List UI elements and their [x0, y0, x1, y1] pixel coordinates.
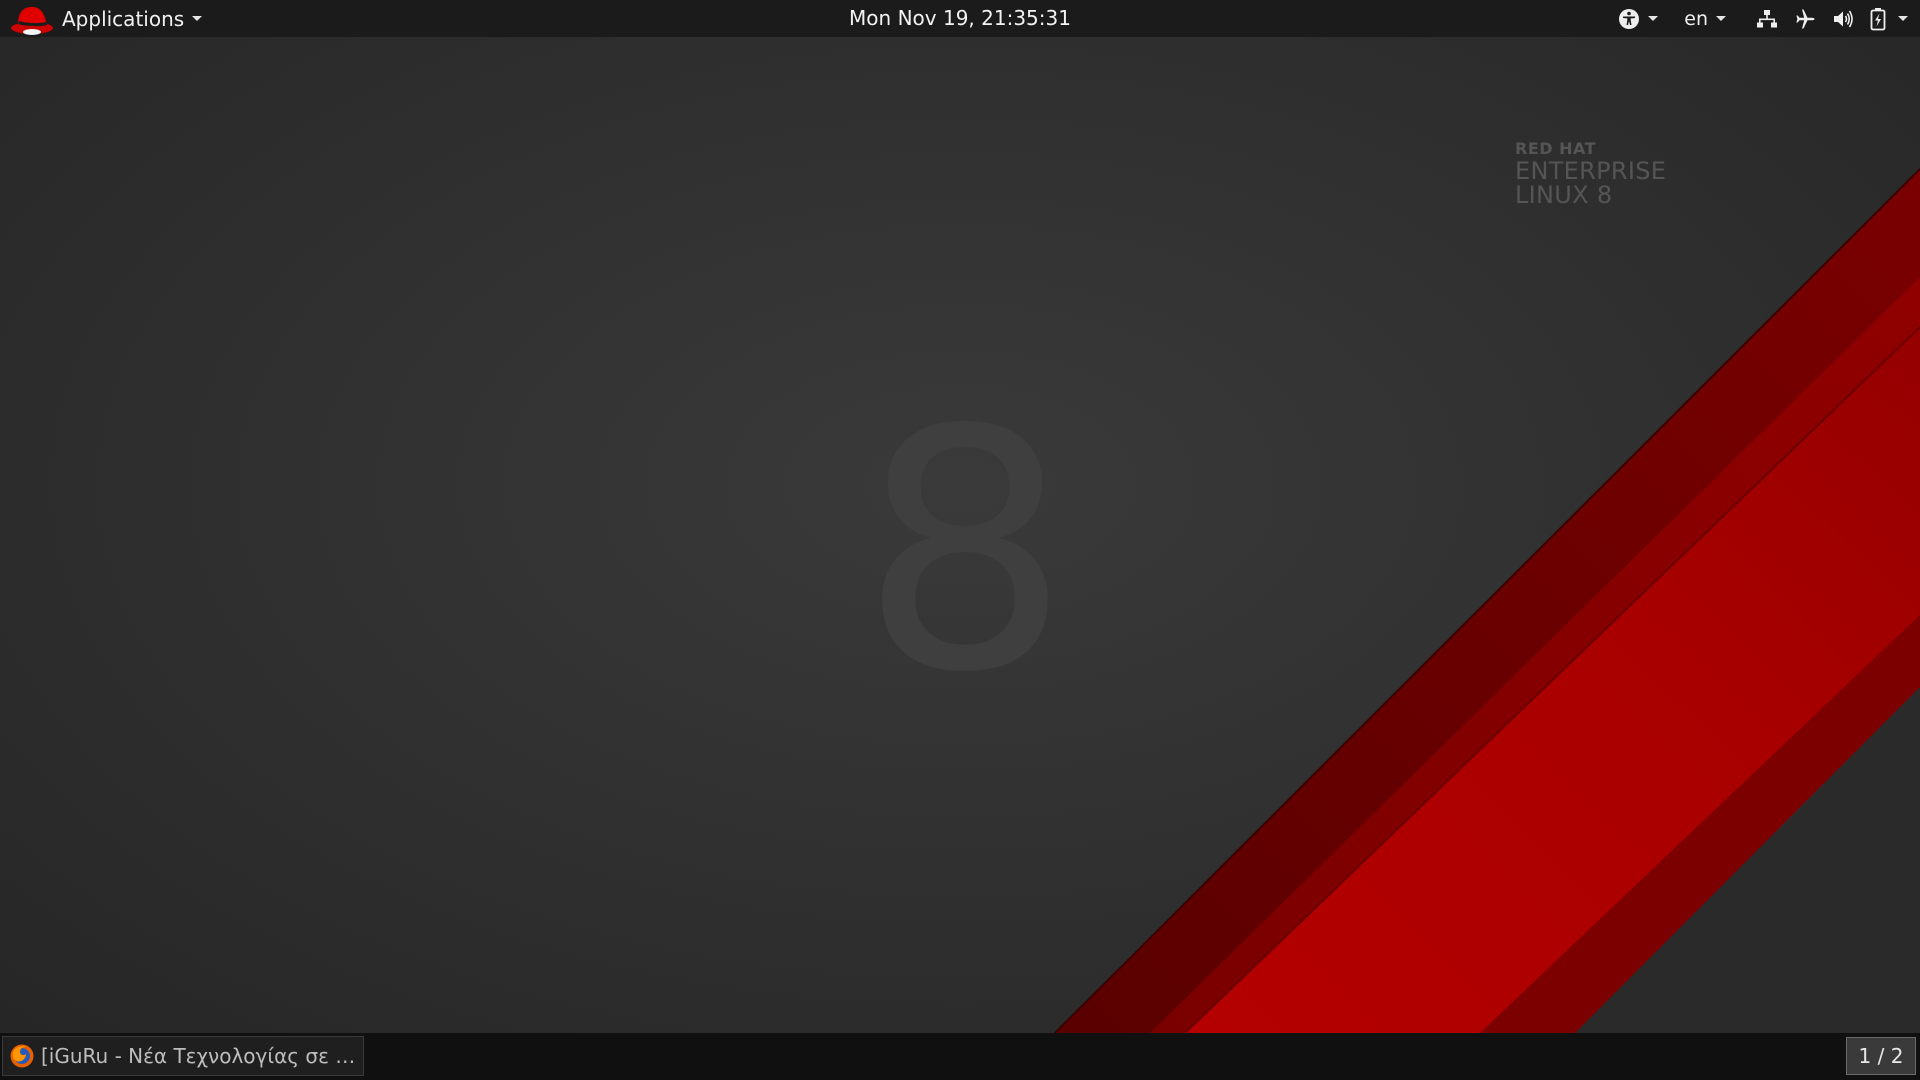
applications-menu[interactable]: Applications — [10, 0, 203, 37]
system-status-menu[interactable] — [1756, 0, 1908, 37]
rhel-brand-text: RED HAT ENTERPRISE LINUX 8 — [1515, 139, 1667, 209]
workspace-indicator[interactable]: 1 / 2 — [1846, 1037, 1916, 1075]
brand-line-1: RED HAT — [1515, 139, 1597, 158]
language-label: en — [1684, 7, 1708, 30]
desktop-screen: Applications Mon Nov 19, 21:35:31 en RED… — [0, 0, 1920, 1080]
volume-icon — [1834, 10, 1853, 27]
window-list-bar: [iGuRu - Νέα Τεχνολογίας σε π... 1 / 2 — [0, 1033, 1920, 1080]
chevron-down-icon — [1716, 16, 1726, 21]
airplane-mode-icon — [1796, 9, 1815, 28]
brand-line-3: LINUX 8 — [1515, 181, 1613, 209]
network-wired-icon — [1757, 9, 1777, 27]
battery-charging-icon — [1870, 7, 1886, 30]
window-title: [iGuRu - Νέα Τεχνολογίας σε π... — [41, 1044, 359, 1068]
system-tray: en — [1618, 0, 1920, 37]
version-number-watermark: 8 — [860, 360, 1070, 744]
language-menu[interactable]: en — [1684, 0, 1726, 37]
taskbar-window-button[interactable]: [iGuRu - Νέα Τεχνολογίας σε π... — [2, 1036, 364, 1076]
accessibility-icon — [1619, 8, 1640, 29]
desktop-background: RED HAT ENTERPRISE LINUX 8 8 — [0, 37, 1920, 1033]
top-bar: Applications Mon Nov 19, 21:35:31 en — [0, 0, 1920, 37]
firefox-icon — [10, 1044, 34, 1068]
chevron-down-icon — [1648, 16, 1659, 21]
chevron-down-icon — [192, 16, 203, 21]
redhat-logo-icon — [11, 6, 53, 35]
brand-line-2: ENTERPRISE — [1515, 157, 1667, 185]
chevron-down-icon — [1898, 16, 1908, 21]
accessibility-menu[interactable] — [1618, 0, 1659, 37]
clock[interactable]: Mon Nov 19, 21:35:31 — [760, 0, 1160, 37]
applications-label: Applications — [62, 6, 185, 31]
